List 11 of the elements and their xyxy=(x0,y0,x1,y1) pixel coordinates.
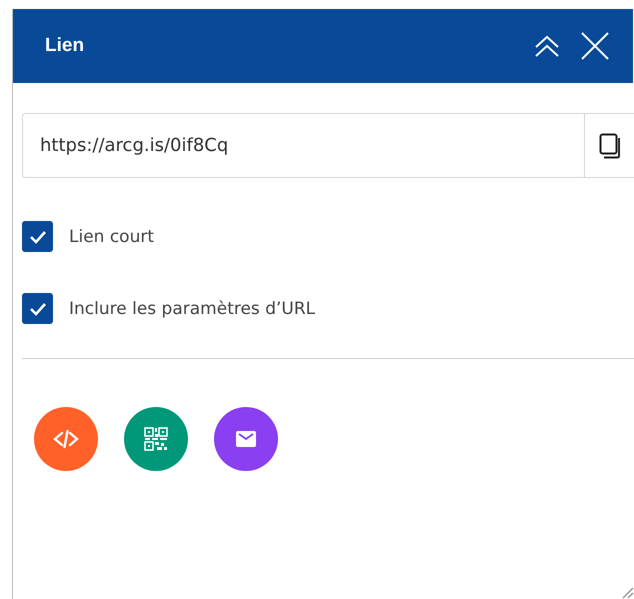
copy-button[interactable] xyxy=(584,113,634,178)
checkbox-label[interactable]: Lien court xyxy=(69,226,154,246)
double-chevron-up-icon xyxy=(533,34,561,58)
checkbox-label[interactable]: Inclure les paramètres d’URL xyxy=(69,298,316,318)
checkbox[interactable] xyxy=(22,293,53,324)
link-field[interactable]: https://arcg.is/0if8Cq xyxy=(22,113,584,178)
checkbox[interactable] xyxy=(22,221,53,252)
copy-icon xyxy=(599,132,623,158)
resize-grip-icon[interactable] xyxy=(620,585,634,599)
close-icon xyxy=(581,32,609,60)
panel-title: Lien xyxy=(45,35,84,57)
